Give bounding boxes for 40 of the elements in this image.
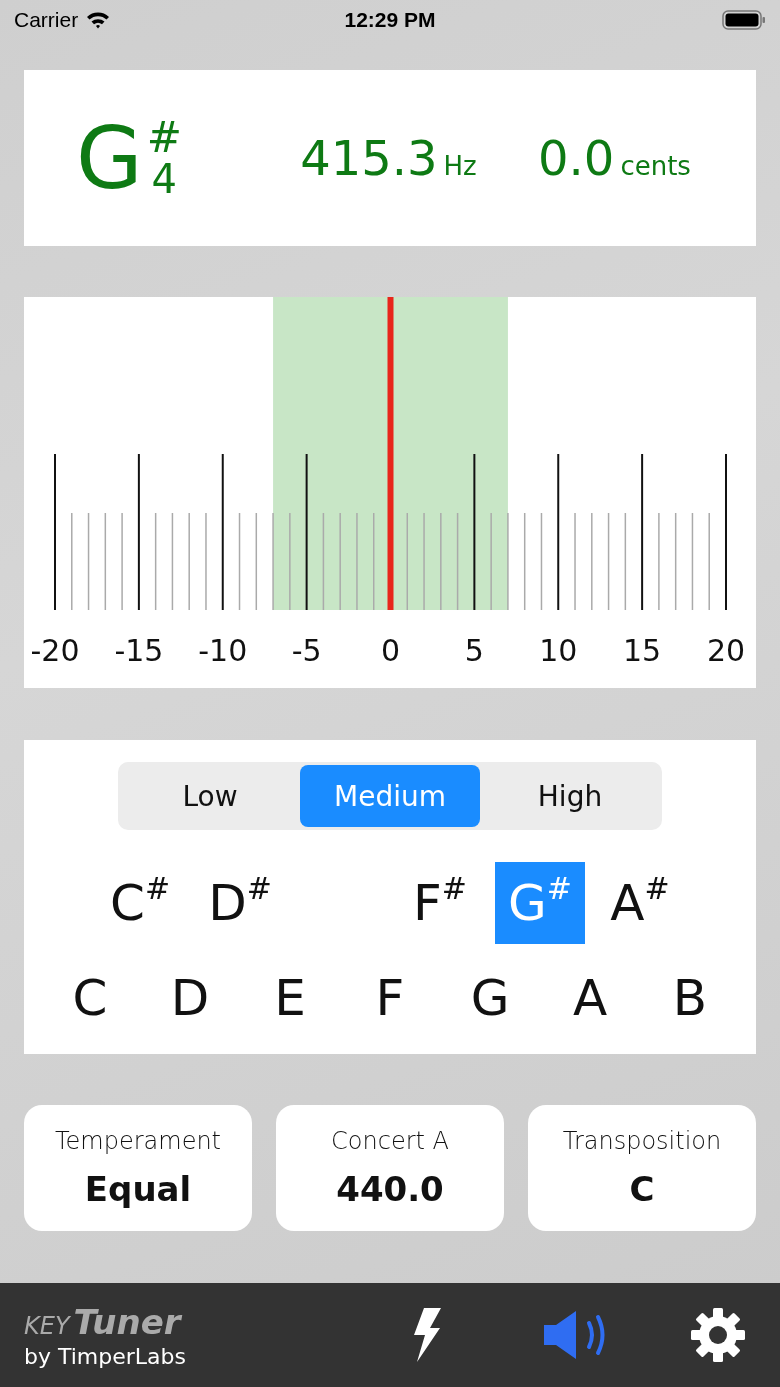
settings-icon[interactable] xyxy=(690,1307,746,1363)
note-key[interactable]: B xyxy=(640,956,740,1040)
note-key[interactable]: C xyxy=(40,956,140,1040)
note-name: G xyxy=(76,115,143,201)
scale-label: -20 xyxy=(30,633,80,668)
scale-label: 5 xyxy=(464,633,484,668)
setting-button[interactable]: Temperament Equal xyxy=(24,1105,252,1231)
note-key[interactable]: C$^{#}$ xyxy=(95,862,185,944)
frequency-unit: Hz xyxy=(443,151,477,181)
setting-button[interactable]: Transposition C xyxy=(528,1105,756,1231)
note-key[interactable]: E xyxy=(240,956,340,1040)
carrier-label: Carrier xyxy=(14,8,79,32)
scale-label: -5 xyxy=(291,633,322,668)
note-key[interactable]: G xyxy=(440,956,540,1040)
scale-label: -15 xyxy=(114,633,164,668)
note-key[interactable]: A$^{#}$ xyxy=(595,862,685,944)
scale-label: 10 xyxy=(539,633,578,668)
clock-time: 12:29 PM xyxy=(344,8,436,32)
note-key[interactable]: D$^{#}$ xyxy=(195,862,285,944)
cents-unit: cents xyxy=(620,151,691,181)
note-key[interactable]: F xyxy=(340,956,440,1040)
scale-label: 20 xyxy=(706,633,746,668)
octave-number: 4 xyxy=(151,159,177,199)
note-key[interactable]: A xyxy=(540,956,640,1040)
sensitivity-segment[interactable]: Low xyxy=(120,765,300,827)
wifi-icon xyxy=(86,11,111,29)
accidental-sign: # xyxy=(146,117,182,159)
note-key[interactable]: D xyxy=(140,956,240,1040)
note-key[interactable]: F$^{#}$ xyxy=(395,862,485,944)
scale-label: 15 xyxy=(623,633,662,668)
frequency-value: 415.3 xyxy=(300,130,438,186)
battery-icon xyxy=(722,10,766,30)
scale-label: 0 xyxy=(380,633,401,668)
scale-label: -10 xyxy=(198,633,248,668)
byline: by TimperLabs xyxy=(24,1343,187,1369)
cents-value: 0.0 xyxy=(538,130,615,186)
logo-name: Tuner xyxy=(73,1301,181,1342)
sensitivity-segment[interactable]: High xyxy=(480,765,660,827)
setting-button[interactable]: Concert A 440.0 xyxy=(276,1105,504,1231)
logo-prefix: KEY xyxy=(24,1311,70,1340)
